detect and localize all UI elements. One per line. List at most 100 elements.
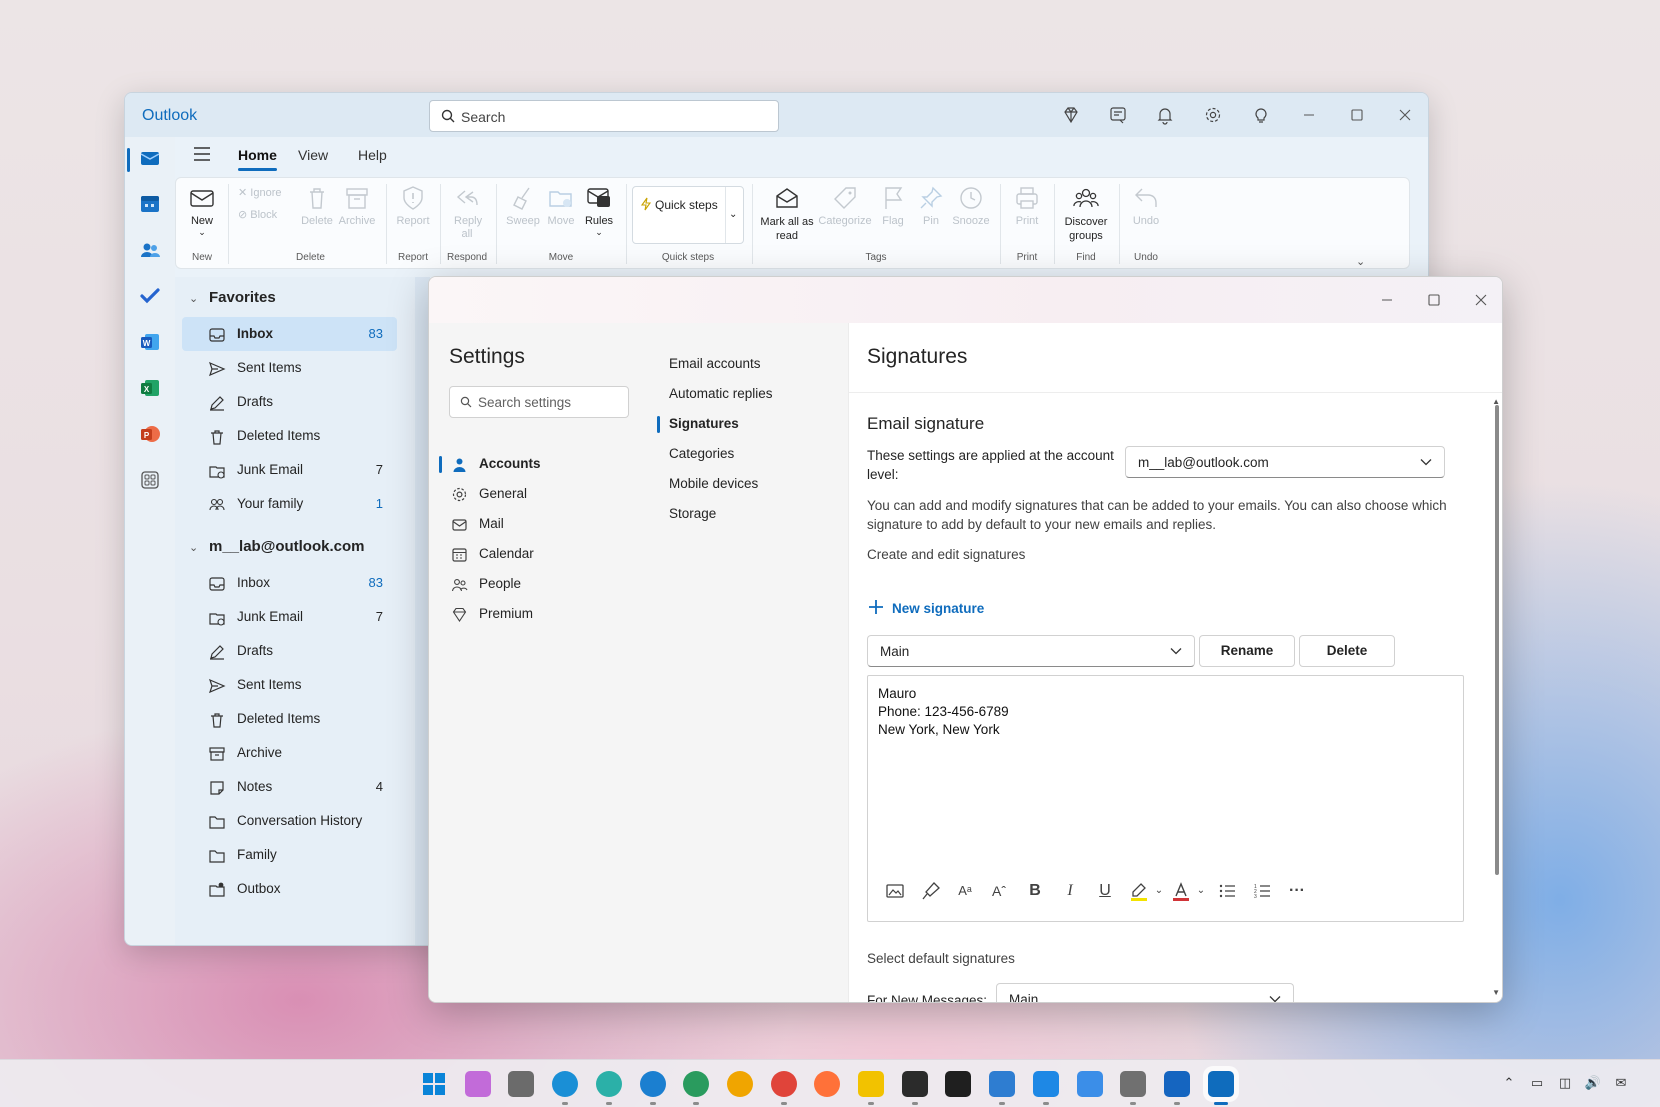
mail-icon[interactable] xyxy=(138,146,162,170)
edge-canary-icon[interactable] xyxy=(595,1071,622,1097)
minimize-icon[interactable] xyxy=(1379,292,1395,308)
settings-nav-item[interactable]: General xyxy=(439,479,639,509)
lightbulb-icon[interactable] xyxy=(1251,105,1271,125)
notification-icon[interactable]: ✉ xyxy=(1612,1075,1630,1093)
mark-all-read-button[interactable]: Mark all as read xyxy=(756,184,818,243)
word-icon[interactable]: W xyxy=(138,330,162,354)
chevron-up-icon[interactable]: ⌃ xyxy=(1500,1075,1518,1093)
outlook-icon[interactable] xyxy=(1207,1071,1234,1097)
file-explorer-icon[interactable] xyxy=(858,1071,884,1097)
chatgpt-icon[interactable] xyxy=(945,1071,972,1097)
folder-item[interactable]: Your family 1 xyxy=(182,487,397,521)
grow-font-icon[interactable]: Aˆ xyxy=(988,880,1010,902)
chrome-icon[interactable] xyxy=(770,1071,797,1097)
subnav-item[interactable]: Signatures xyxy=(649,409,839,439)
flag-button[interactable]: Flag xyxy=(872,184,914,227)
font-size-icon[interactable]: Aᵃ xyxy=(954,880,976,902)
chevron-down-icon[interactable]: ⌄ xyxy=(1148,880,1170,902)
subnav-item[interactable]: Automatic replies xyxy=(649,379,839,409)
folder-item[interactable]: Junk Email 7 xyxy=(182,600,397,634)
delete-signature-button[interactable]: Delete xyxy=(1299,635,1395,667)
remote-desktop-icon[interactable] xyxy=(1163,1071,1190,1097)
quick-steps-gallery[interactable]: Quick steps ⌄ xyxy=(632,186,744,244)
delete-ribbon-button[interactable]: Delete xyxy=(296,184,338,227)
more-icon[interactable]: ··· xyxy=(1286,880,1308,902)
bold-icon[interactable]: B xyxy=(1024,880,1046,902)
favorites-header[interactable]: ⌄ Favorites xyxy=(189,289,276,306)
move-button[interactable]: Move xyxy=(540,184,582,227)
tab-home[interactable]: Home xyxy=(238,147,277,163)
todo-icon[interactable] xyxy=(138,284,162,308)
underline-icon[interactable]: U xyxy=(1094,880,1116,902)
signature-editor[interactable]: Mauro Phone: 123-456-6789 New York, New … xyxy=(867,675,1464,922)
settings-icon[interactable] xyxy=(508,1071,535,1097)
reply-all-button[interactable]: Reply all xyxy=(446,184,488,241)
bullets-icon[interactable] xyxy=(1216,880,1238,902)
folder-item[interactable]: Archive xyxy=(182,736,397,770)
maximize-icon[interactable] xyxy=(1347,105,1367,125)
calendar-icon[interactable] xyxy=(138,192,162,216)
pin-button[interactable]: Pin xyxy=(910,184,952,227)
sweep-button[interactable]: Sweep xyxy=(502,184,544,227)
copilot-icon[interactable] xyxy=(464,1071,491,1097)
font-color-icon[interactable] xyxy=(1170,880,1192,902)
folder-item[interactable]: Sent Items xyxy=(182,351,397,385)
clock-icon[interactable] xyxy=(1120,1071,1147,1097)
volume-icon[interactable]: 🔊 xyxy=(1584,1075,1602,1093)
archive-button[interactable]: Archive xyxy=(336,184,378,227)
folder-item[interactable]: Conversation History xyxy=(182,804,397,838)
signature-select[interactable]: Main xyxy=(867,635,1195,667)
new-mail-button[interactable]: New ⌄ xyxy=(182,184,222,238)
edge-beta-icon[interactable] xyxy=(639,1071,666,1097)
italic-icon[interactable]: I xyxy=(1059,880,1081,902)
folder-item[interactable]: Family xyxy=(182,838,397,872)
diamond-icon[interactable] xyxy=(1061,105,1081,125)
display-icon[interactable]: ▭ xyxy=(1528,1075,1546,1093)
block-button[interactable]: ⊘ Block xyxy=(238,208,277,221)
paint-icon[interactable] xyxy=(1076,1071,1103,1097)
apps-icon[interactable] xyxy=(138,468,162,492)
powerpoint-icon[interactable]: P xyxy=(138,422,162,446)
minimize-icon[interactable] xyxy=(1299,105,1319,125)
settings-search-input[interactable]: Search settings xyxy=(449,386,629,418)
folder-item[interactable]: Drafts xyxy=(182,385,397,419)
excel-icon[interactable]: X xyxy=(138,376,162,400)
subnav-item[interactable]: Categories xyxy=(649,439,839,469)
subnav-item[interactable]: Email accounts xyxy=(649,349,839,379)
maximize-icon[interactable] xyxy=(1426,292,1442,308)
settings-nav-item[interactable]: Premium xyxy=(439,599,639,629)
photos-icon[interactable] xyxy=(1032,1071,1059,1097)
folder-item[interactable]: Deleted Items xyxy=(182,419,397,453)
numbering-icon[interactable]: 123 xyxy=(1251,880,1273,902)
categorize-button[interactable]: Categorize xyxy=(816,184,874,227)
rename-button[interactable]: Rename xyxy=(1199,635,1295,667)
chrome-canary-icon[interactable] xyxy=(726,1071,753,1097)
subnav-item[interactable]: Storage xyxy=(649,499,839,529)
highlight-icon[interactable] xyxy=(1128,880,1150,902)
notes-icon[interactable] xyxy=(1108,105,1128,125)
close-icon[interactable] xyxy=(1473,292,1489,308)
discover-groups-button[interactable]: Discover groups xyxy=(1058,184,1114,243)
folder-item[interactable]: Sent Items xyxy=(182,668,397,702)
ribbon-collapse-chevron-icon[interactable]: ⌄ xyxy=(1356,255,1365,268)
search-input[interactable]: Search xyxy=(429,100,779,132)
subnav-item[interactable]: Mobile devices xyxy=(649,469,839,499)
edge-dev-icon[interactable] xyxy=(683,1071,710,1097)
account-header[interactable]: ⌄ m__lab@outlook.com xyxy=(189,538,365,555)
image-icon[interactable] xyxy=(884,880,906,902)
edge-icon[interactable] xyxy=(552,1071,579,1097)
terminal-icon[interactable] xyxy=(901,1071,928,1097)
tab-help[interactable]: Help xyxy=(358,147,387,163)
folder-item[interactable]: Junk Email 7 xyxy=(182,453,397,487)
snooze-button[interactable]: Snooze xyxy=(948,184,994,227)
undo-button[interactable]: Undo xyxy=(1125,184,1167,227)
notepad-icon[interactable] xyxy=(989,1071,1016,1097)
folder-item[interactable]: Inbox 83 xyxy=(182,566,397,600)
network-icon[interactable]: ◫ xyxy=(1556,1075,1574,1093)
quick-steps-dropdown[interactable]: ⌄ xyxy=(725,187,741,243)
print-button[interactable]: Print xyxy=(1006,184,1048,227)
new-messages-signature-select[interactable]: Main xyxy=(996,983,1294,1002)
ignore-button[interactable]: ✕ Ignore xyxy=(238,186,281,199)
start-icon[interactable] xyxy=(421,1071,447,1097)
folder-item[interactable]: Drafts xyxy=(182,634,397,668)
